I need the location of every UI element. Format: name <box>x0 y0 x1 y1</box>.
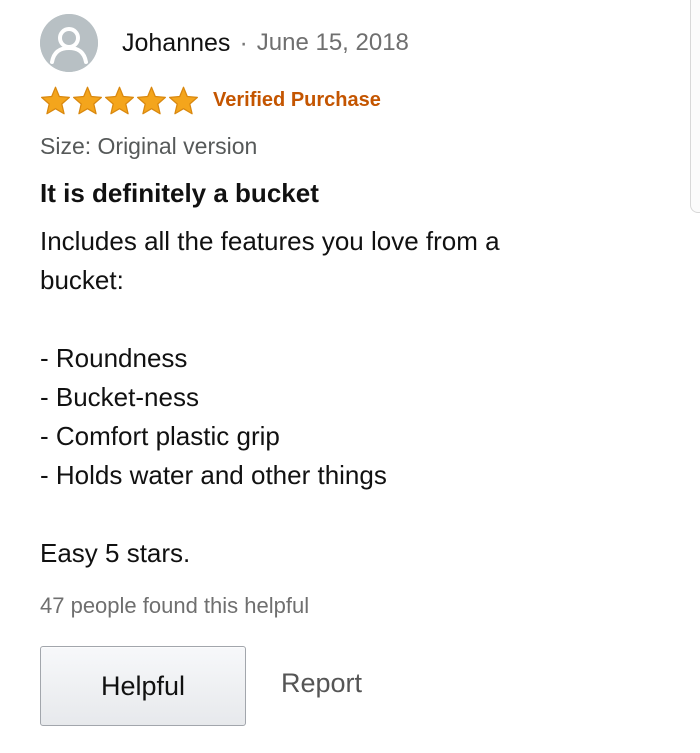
avatar <box>40 14 98 72</box>
star-icon <box>169 86 198 115</box>
separator-dot: · <box>239 28 248 57</box>
star-icon <box>104 86 134 115</box>
reviewer-name[interactable]: Johannes <box>122 29 230 58</box>
review-body-line: Includes all the features you love from … <box>40 226 500 256</box>
star-icon <box>72 86 102 115</box>
review-body-line: bucket: <box>40 265 124 295</box>
person-icon <box>40 14 98 72</box>
review-date: June 15, 2018 <box>256 29 409 56</box>
review-body-line: Easy 5 stars. <box>40 538 191 568</box>
review-title: It is definitely a bucket <box>40 178 319 208</box>
review-body-line <box>40 495 640 534</box>
review-header: Johannes · June 15, 2018 <box>40 14 409 72</box>
size-variant[interactable]: Size: Original version <box>40 133 257 160</box>
review-card: Johannes · June 15, 2018 Verified Purcha… <box>0 0 700 753</box>
review-body: Includes all the features you love from … <box>40 222 640 573</box>
review-body-line: - Roundness <box>40 343 188 373</box>
verified-purchase-badge: Verified Purchase <box>213 89 381 111</box>
helpful-button[interactable]: Helpful <box>40 646 246 726</box>
star-icon <box>137 86 166 115</box>
review-body-line: - Bucket-ness <box>40 382 199 412</box>
helpful-count: 47 people found this helpful <box>40 593 310 618</box>
star-rating <box>40 86 199 115</box>
star-icon <box>41 86 71 115</box>
review-body-line: - Comfort plastic grip <box>40 421 280 451</box>
scrollbar[interactable] <box>690 0 700 213</box>
report-link[interactable]: Report <box>281 668 362 699</box>
rating-row: Verified Purchase <box>40 86 381 115</box>
review-body-line <box>40 300 640 339</box>
review-body-line: - Holds water and other things <box>40 460 387 490</box>
